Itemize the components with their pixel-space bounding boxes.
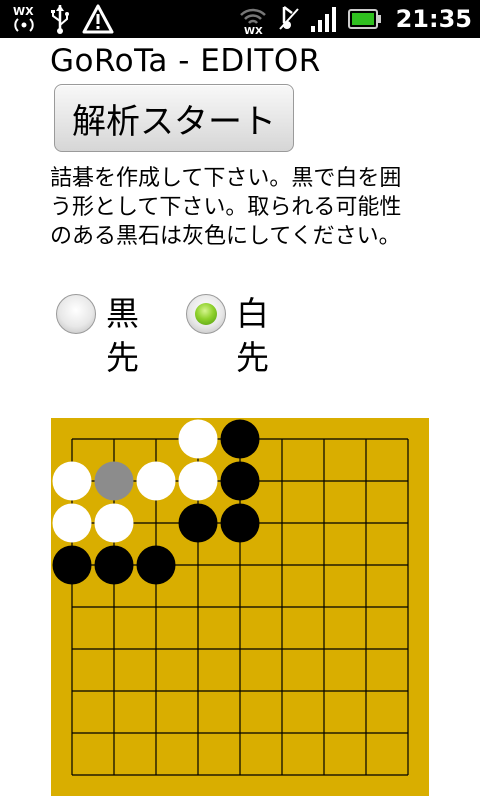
gray-stone[interactable]: [94, 461, 134, 501]
app-title: GoRoTa - EDITOR: [50, 43, 321, 79]
white-stone[interactable]: [136, 461, 176, 501]
signal-icon: [310, 4, 338, 34]
vibrate-icon: [278, 3, 300, 35]
status-bar: WX WX 21:35: [0, 0, 480, 38]
white-stone[interactable]: [178, 419, 218, 459]
go-board[interactable]: [51, 418, 429, 796]
white-stone[interactable]: [178, 461, 218, 501]
usb-icon: [48, 3, 72, 35]
svg-text:WX: WX: [13, 5, 34, 18]
clock-time: 21:35: [395, 5, 472, 33]
black-stone[interactable]: [136, 545, 176, 585]
go-board-grid[interactable]: [51, 418, 429, 796]
wifi-wx-icon: WX: [238, 3, 268, 35]
start-analysis-button[interactable]: 解析スタート: [54, 84, 294, 152]
black-first-radio[interactable]: [56, 294, 96, 334]
svg-text:WX: WX: [244, 26, 263, 35]
white-first-label[interactable]: 白先: [236, 292, 269, 380]
black-stone[interactable]: [220, 419, 260, 459]
wx-broadcast-icon: WX: [10, 3, 38, 35]
black-first-label[interactable]: 黒先: [106, 292, 139, 380]
black-stone[interactable]: [94, 545, 134, 585]
black-stone[interactable]: [220, 503, 260, 543]
black-stone[interactable]: [178, 503, 218, 543]
black-stone[interactable]: [52, 545, 92, 585]
white-stone[interactable]: [52, 503, 92, 543]
warning-icon: [82, 4, 114, 34]
black-stone[interactable]: [220, 461, 260, 501]
battery-icon: [347, 8, 382, 30]
white-stone[interactable]: [52, 461, 92, 501]
white-stone[interactable]: [94, 503, 134, 543]
instruction-text: 詰碁を作成して下さい。黒で白を囲う形として下さい。取られる可能性のある黒石は灰色…: [50, 166, 402, 249]
white-first-radio[interactable]: [186, 294, 226, 334]
